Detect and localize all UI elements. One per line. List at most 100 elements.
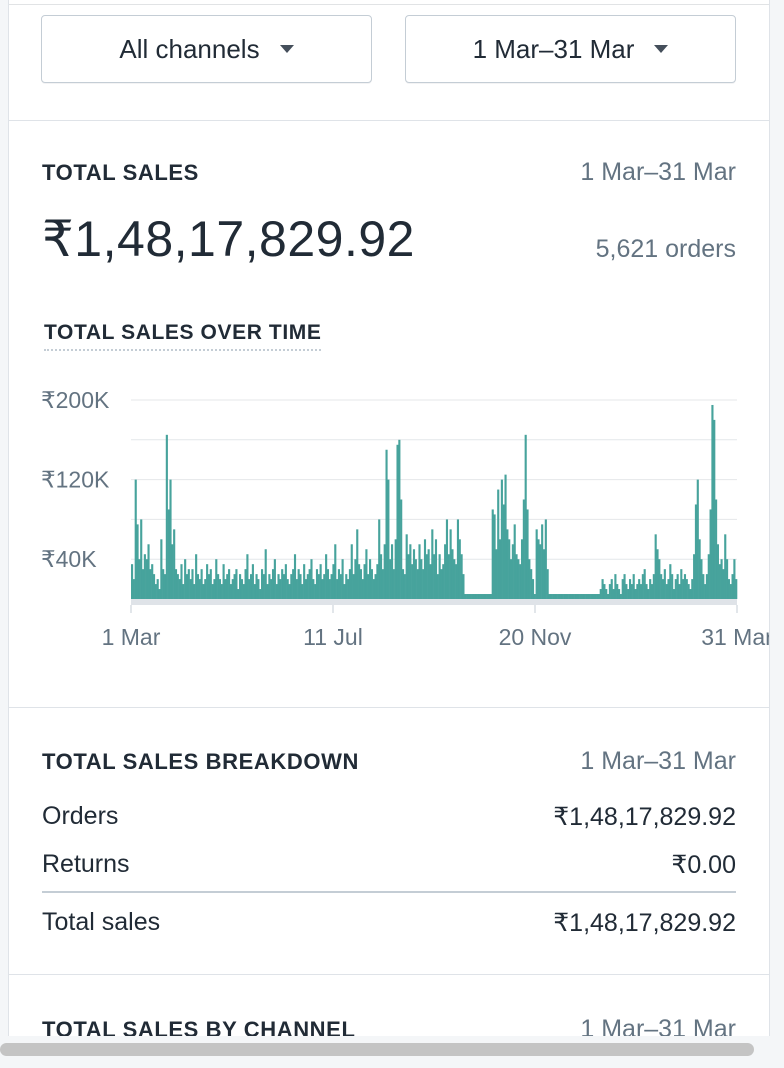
chart-bar: [581, 594, 584, 599]
chart-bar: [189, 579, 192, 599]
breakdown-section: TOTAL SALES BREAKDOWN 1 Mar–31 Mar Order…: [9, 708, 769, 975]
chart-bar: [641, 574, 644, 599]
chart-bar: [401, 569, 405, 599]
chart-bar: [716, 544, 719, 599]
chart-bar: [451, 549, 454, 599]
chart-bar: [250, 574, 253, 599]
chart-bar: [603, 584, 606, 599]
chart-bar: [222, 564, 225, 599]
chart-bar: [132, 579, 135, 599]
chart-bar: [418, 544, 421, 599]
chart-bar: [400, 499, 403, 599]
chart-bar: [196, 574, 200, 599]
chart-bar: [480, 594, 483, 599]
chart-bar: [323, 574, 326, 599]
chart-bar: [363, 564, 366, 599]
chart-bar: [242, 584, 245, 599]
chart-bar: [147, 544, 150, 599]
chart-bar: [614, 574, 617, 599]
chart-bar: [460, 554, 463, 599]
chart-bar: [141, 569, 145, 599]
chart-bar: [482, 594, 485, 599]
y-tick-label: ₹120K: [41, 467, 110, 493]
chart-bar: [645, 584, 648, 599]
chart-bar: [326, 569, 330, 599]
chart-bar: [585, 594, 588, 599]
chart-bar: [627, 589, 630, 599]
breakdown-value: ₹1,48,17,829.92: [553, 803, 736, 831]
chart-bar: [639, 584, 643, 599]
chart-bar: [607, 594, 610, 599]
chart-bar: [312, 579, 315, 599]
chart-bar: [574, 594, 577, 599]
chart-bar: [299, 574, 302, 599]
chart-bar: [288, 584, 291, 599]
chart-bar: [306, 574, 309, 599]
chart-bar: [160, 539, 163, 599]
chart-bar: [572, 594, 575, 599]
chart-bar: [281, 569, 284, 599]
chart-bar: [244, 569, 247, 599]
breakdown-value: ₹0.00: [671, 851, 736, 879]
chart-bar: [638, 579, 641, 599]
chart-bar: [489, 594, 492, 599]
chart-bar: [431, 529, 434, 599]
chart-bar: [260, 569, 264, 599]
chart-bar: [546, 569, 549, 599]
breakdown-heading: TOTAL SALES BREAKDOWN: [42, 749, 359, 774]
chart-bar: [634, 589, 637, 599]
chart-bar: [458, 539, 461, 599]
chart-bar: [680, 569, 683, 599]
breakdown-row-total: Total sales ₹1,48,17,829.92: [42, 908, 736, 938]
chart-bar: [149, 569, 152, 599]
chart-bar: [709, 509, 712, 599]
date-range-dropdown[interactable]: 1 Mar–31 Mar: [405, 15, 736, 83]
sales-over-time-heading[interactable]: TOTAL SALES OVER TIME: [44, 321, 322, 351]
chart-bar: [486, 594, 489, 599]
chart-bar: [630, 584, 633, 599]
channel-dropdown[interactable]: All channels: [41, 15, 372, 83]
chart-bar: [667, 579, 670, 599]
chart-bar: [707, 554, 710, 599]
chart-bar: [367, 574, 370, 599]
chart-bar: [174, 569, 178, 599]
chart-bar: [407, 554, 410, 599]
chart-bar: [233, 574, 236, 599]
caret-down-icon: [279, 45, 294, 53]
chart-bar: [273, 559, 276, 599]
chart-bar: [678, 584, 681, 599]
chart-bar: [440, 569, 443, 599]
chart-bar: [229, 584, 232, 599]
chart-bar: [455, 564, 458, 599]
chart-bar: [412, 549, 416, 599]
chart-bar: [379, 554, 383, 599]
chart-bar: [456, 519, 460, 599]
chart-bar: [672, 589, 676, 599]
chart-bar: [317, 574, 320, 599]
chart-bar: [500, 479, 503, 599]
chart-bar: [528, 559, 531, 599]
chart-bar: [370, 569, 373, 599]
chart-bar: [354, 559, 357, 599]
chart-bar: [211, 584, 214, 599]
chart-bar: [237, 589, 240, 599]
chart-bar: [253, 584, 256, 599]
chart-bar: [564, 594, 568, 599]
chart-bar: [531, 579, 535, 599]
chart-bar: [162, 569, 165, 599]
scrollbar-thumb[interactable]: [0, 1043, 754, 1056]
chart-bar: [220, 584, 223, 599]
chart-bar: [506, 529, 509, 599]
chart-bar: [628, 579, 632, 599]
chart-bar: [158, 589, 161, 599]
chart-bar: [566, 594, 569, 599]
by-channel-heading: TOTAL SALES BY CHANNEL: [42, 1017, 356, 1036]
chart-bar: [656, 549, 659, 599]
chart-bar: [731, 574, 734, 599]
chart-bar: [619, 594, 622, 599]
chart-bar: [152, 574, 156, 599]
chart-bar: [334, 544, 337, 599]
chart-bar: [557, 594, 560, 599]
chart-bar: [178, 579, 181, 599]
chart-bar: [601, 579, 604, 599]
